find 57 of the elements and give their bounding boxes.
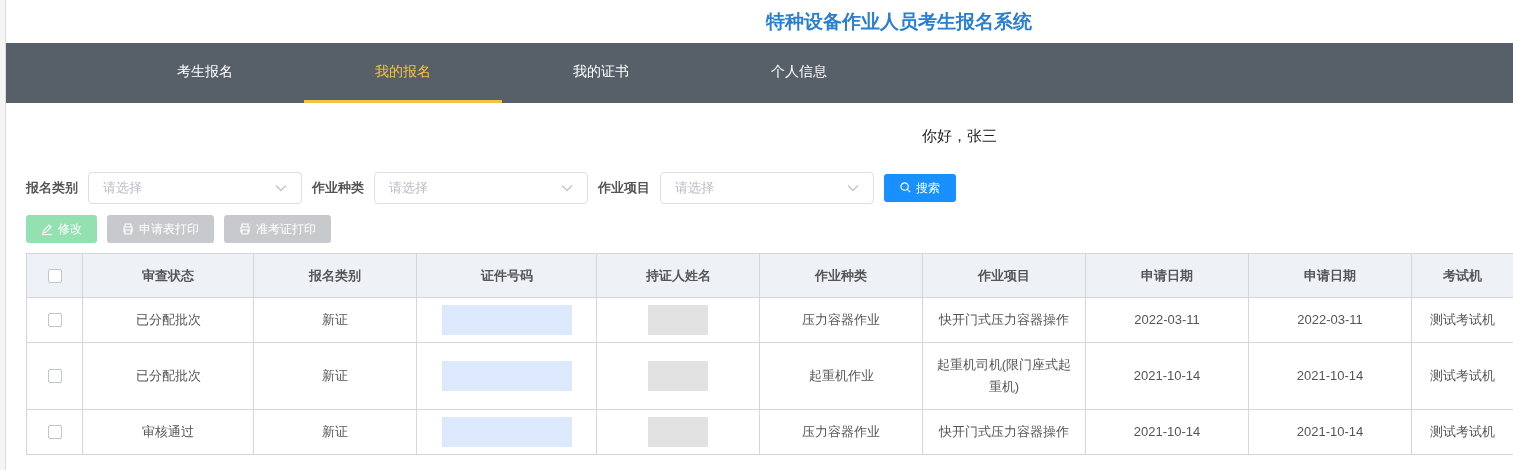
table-cell-text: 压力容器作业: [802, 311, 880, 329]
checkbox[interactable]: [47, 313, 62, 327]
column-header: 申请日期: [1086, 254, 1249, 297]
select-field[interactable]: 请选择: [374, 171, 588, 204]
column-header: 考试机: [1412, 254, 1513, 297]
chevron-down-icon: [561, 183, 573, 192]
table-cell-text: 2021-10-14: [1296, 367, 1364, 385]
nav-tab[interactable]: 考生报名: [106, 43, 304, 103]
table-cell-text: 快开门式压力容器操作: [939, 423, 1069, 441]
nav-tab[interactable]: 个人信息: [700, 43, 898, 103]
chevron-down-icon: [847, 183, 859, 192]
table-cell-text: 测试考试机: [1430, 367, 1495, 385]
table-cell-text: 已分配批次: [135, 367, 201, 385]
table-cell-text: 审核通过: [142, 423, 194, 441]
table-cell-text: 新证: [322, 311, 348, 329]
column-header: 作业项目: [923, 254, 1086, 297]
search-icon: [900, 182, 911, 193]
table-cell-text: 2021-10-14: [1296, 423, 1364, 441]
select-field[interactable]: 请选择: [660, 171, 874, 204]
column-header: 审查状态: [83, 254, 254, 297]
filter-label: 报名类别: [26, 178, 78, 197]
filter-label: 作业种类: [312, 178, 364, 197]
redacted-block: [648, 417, 708, 447]
column-header: 报名类别: [254, 254, 417, 297]
column-header: 申请日期: [1249, 254, 1412, 297]
column-header: 证件号码: [417, 254, 597, 297]
table-cell-text: 起重机作业: [808, 367, 874, 385]
table-cell-text: 2022-03-11: [1134, 311, 1200, 329]
page-title: 特种设备作业人员考生报名系统: [766, 9, 1032, 35]
column-header: 作业种类: [760, 254, 923, 297]
table-cell-text: 起重机司机(限门座式起重机): [935, 356, 1073, 396]
table-cell-text: 新证: [322, 367, 348, 385]
table-cell-text: 压力容器作业: [802, 423, 880, 441]
search-button[interactable]: 搜索: [884, 173, 956, 202]
table-cell-text: 已分配批次: [135, 311, 201, 329]
table-cell-text: 新证: [322, 423, 348, 441]
chevron-down-icon: [275, 183, 287, 192]
column-header: 持证人姓名: [597, 254, 760, 297]
pencil-icon: [41, 222, 53, 235]
greeting-text: 你好，张三: [922, 125, 997, 146]
printer-icon: [122, 222, 134, 235]
table-cell-text: 2022-03-11: [1297, 311, 1363, 329]
redacted-block: [648, 361, 708, 391]
table-cell-text: 测试考试机: [1430, 311, 1495, 329]
table-cell-text: 快开门式压力容器操作: [939, 311, 1069, 329]
redacted-block: [648, 305, 708, 335]
table-cell-text: 2021-10-14: [1133, 367, 1201, 385]
printer-icon: [239, 222, 251, 235]
table-cell-text: 2021-10-14: [1133, 423, 1201, 441]
select-field[interactable]: 请选择: [88, 171, 302, 204]
nav-tab[interactable]: 我的证书: [502, 43, 700, 103]
checkbox[interactable]: [47, 425, 62, 439]
checkbox[interactable]: [47, 369, 62, 383]
checkbox[interactable]: [47, 268, 62, 283]
table-cell-text: 测试考试机: [1430, 423, 1495, 441]
nav-tab[interactable]: 我的报名: [304, 43, 502, 103]
filter-label: 作业项目: [598, 178, 650, 197]
